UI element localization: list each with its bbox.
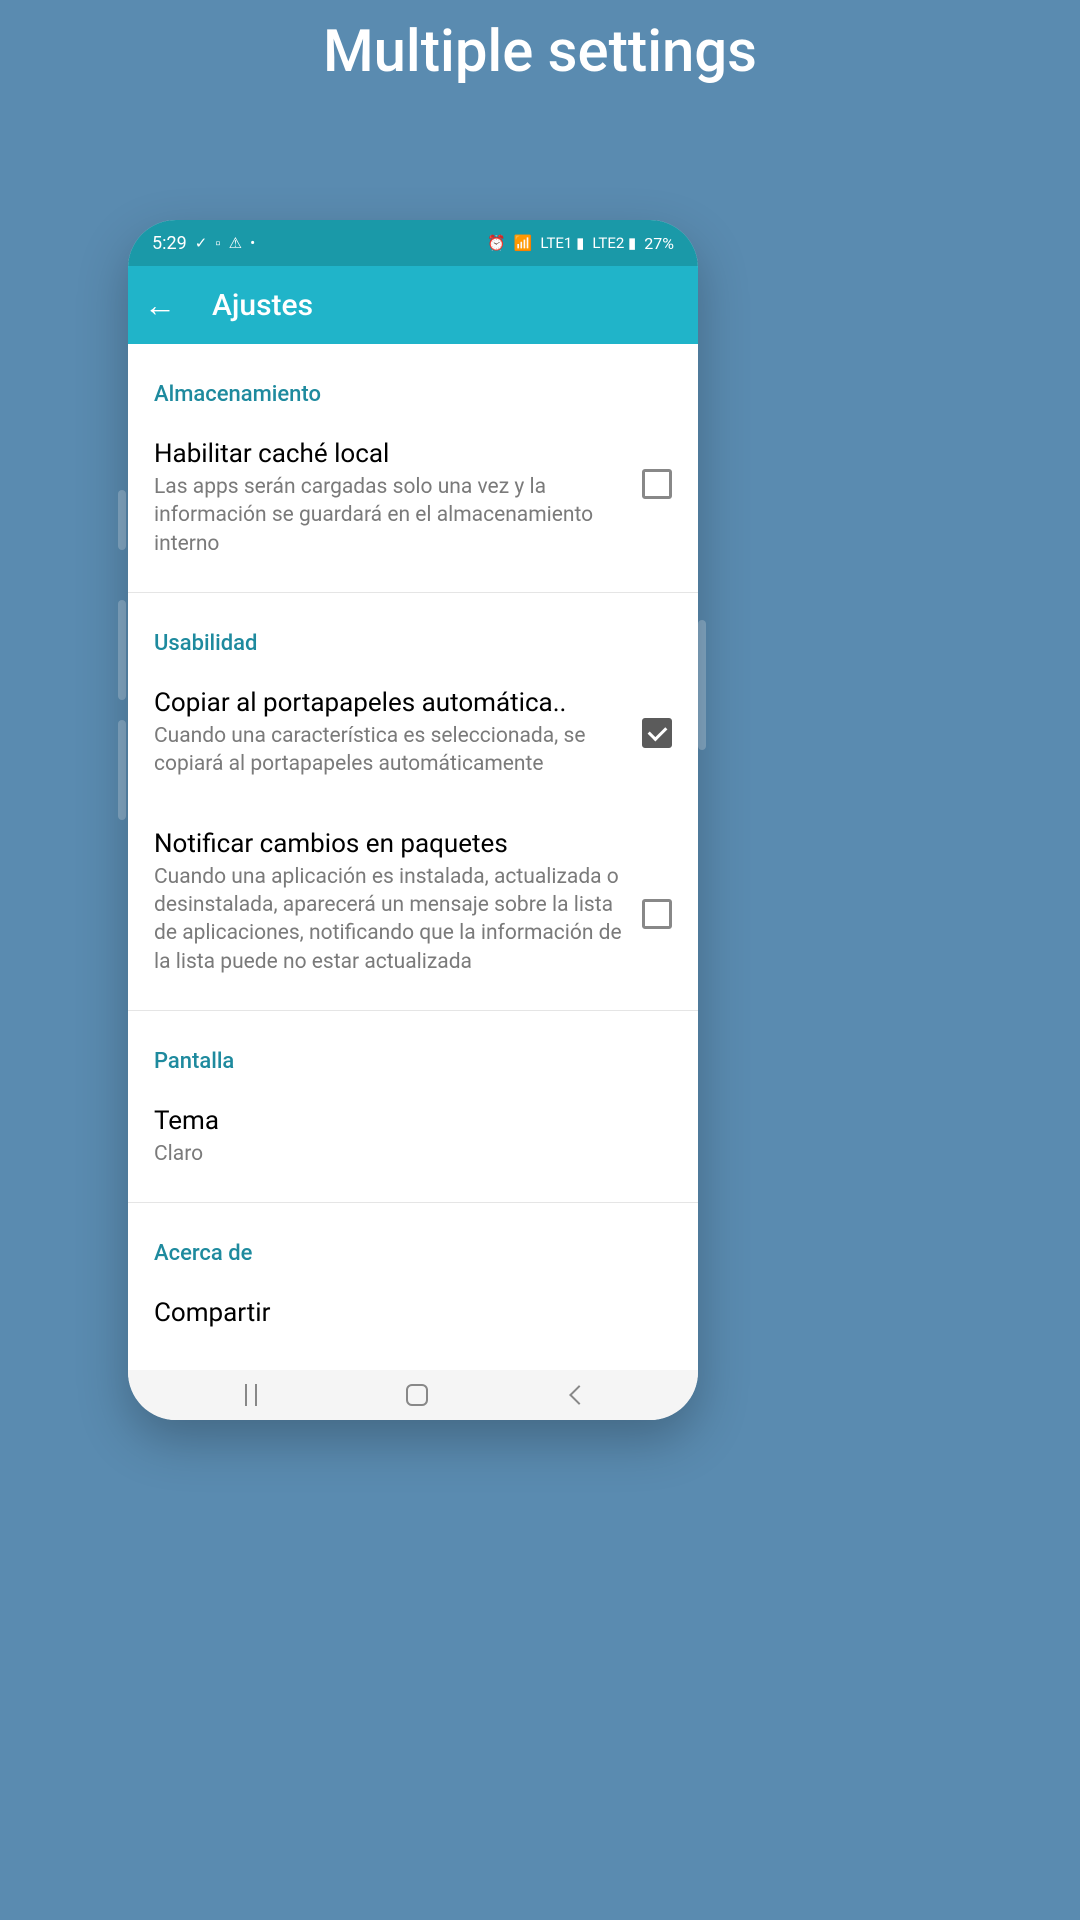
setting-notify-text: Notificar cambios en paquetes Cuando una…	[154, 829, 642, 976]
setting-notify-desc: Cuando una aplicación es instalada, actu…	[154, 863, 626, 976]
checkbox-cache[interactable]	[642, 469, 672, 499]
setting-clipboard[interactable]: Copiar al portapapeles automática.. Cuan…	[128, 672, 698, 801]
setting-clipboard-title: Copiar al portapapeles automática..	[154, 688, 626, 718]
phone-volume-down	[118, 720, 126, 820]
nav-home-icon[interactable]	[406, 1384, 428, 1406]
section-header-display: Pantalla	[128, 1011, 698, 1090]
nav-recent-icon[interactable]	[240, 1384, 262, 1406]
setting-notify-title: Notificar cambios en paquetes	[154, 829, 626, 859]
battery-percent: 27%	[644, 234, 674, 253]
setting-cache-text: Habilitar caché local Las apps serán car…	[154, 439, 642, 558]
setting-notify[interactable]: Notificar cambios en paquetes Cuando una…	[128, 801, 698, 998]
setting-theme-title: Tema	[154, 1106, 656, 1136]
setting-cache-desc: Las apps serán cargadas solo una vez y l…	[154, 473, 626, 558]
phone-power-button	[698, 620, 706, 750]
nav-back-icon[interactable]	[569, 1385, 589, 1405]
app-bar: ← Ajustes	[128, 266, 698, 344]
phone-frame: 5:29 ✓ ▫ ⚠ • ⏰ 📶 LTE1 ▮ LTE2 ▮ 27% ← Aju…	[128, 220, 698, 1420]
alarm-icon: ⏰	[487, 234, 506, 252]
setting-share-text: Compartir	[154, 1298, 672, 1332]
app-icon: ▫	[215, 234, 220, 252]
section-header-storage: Almacenamiento	[128, 344, 698, 423]
setting-cache-title: Habilitar caché local	[154, 439, 626, 469]
section-header-usability: Usabilidad	[128, 593, 698, 672]
app-bar-title: Ajustes	[212, 288, 313, 323]
setting-cache[interactable]: Habilitar caché local Las apps serán car…	[128, 423, 698, 580]
checkmark-icon: ✓	[195, 234, 208, 252]
phone-side-button	[118, 490, 126, 550]
section-header-about: Acerca de	[128, 1203, 698, 1282]
setting-clipboard-desc: Cuando una característica es seleccionad…	[154, 722, 626, 779]
dot-icon: •	[250, 234, 255, 252]
checkbox-notify[interactable]	[642, 899, 672, 929]
warning-icon: ⚠	[229, 234, 242, 252]
setting-theme-value: Claro	[154, 1140, 656, 1168]
setting-clipboard-text: Copiar al portapapeles automática.. Cuan…	[154, 688, 642, 779]
signal-2-icon: LTE2 ▮	[592, 234, 636, 252]
settings-content: Almacenamiento Habilitar caché local Las…	[128, 344, 698, 1370]
status-time: 5:29	[152, 233, 187, 254]
status-bar: 5:29 ✓ ▫ ⚠ • ⏰ 📶 LTE1 ▮ LTE2 ▮ 27%	[128, 220, 698, 266]
signal-1-icon: LTE1 ▮	[540, 234, 584, 252]
page-heading: Multiple settings	[0, 0, 1080, 86]
setting-share[interactable]: Compartir	[128, 1282, 698, 1354]
status-left: 5:29 ✓ ▫ ⚠ •	[152, 233, 255, 254]
setting-theme-text: Tema Claro	[154, 1106, 672, 1168]
checkbox-clipboard[interactable]	[642, 718, 672, 748]
back-arrow-icon[interactable]: ←	[144, 286, 176, 324]
nav-bar	[128, 1370, 698, 1420]
setting-share-title: Compartir	[154, 1298, 656, 1328]
setting-theme[interactable]: Tema Claro	[128, 1090, 698, 1190]
phone-volume-up	[118, 600, 126, 700]
wifi-icon: 📶	[514, 234, 533, 252]
status-right: ⏰ 📶 LTE1 ▮ LTE2 ▮ 27%	[487, 234, 674, 253]
